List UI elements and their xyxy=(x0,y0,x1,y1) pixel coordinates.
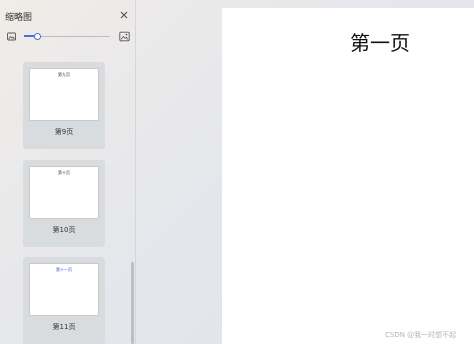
thumbnail-preview: 第十一页 xyxy=(29,263,99,316)
thumbnail-heading: 第十一页 xyxy=(56,267,72,272)
zoom-slider-thumb[interactable] xyxy=(33,33,41,40)
thumbnail-preview: 第十页 xyxy=(29,166,99,219)
thumbnail-label: 第10页 xyxy=(52,226,76,234)
panel-scrollbar[interactable] xyxy=(131,262,134,344)
watermark: CSDN @我一时想不起 xyxy=(385,331,457,339)
thumbnail-label: 第9页 xyxy=(54,128,74,136)
zoom-control xyxy=(6,31,130,43)
thumbnail-page-11[interactable]: 第十一页 第11页 xyxy=(23,257,105,344)
panel-title: 缩略图 xyxy=(5,13,33,23)
image-large-icon[interactable] xyxy=(119,31,130,42)
zoom-slider[interactable] xyxy=(24,33,110,40)
document-page: 第一页 xyxy=(222,8,474,344)
thumbnail-page-10[interactable]: 第十页 第10页 xyxy=(23,160,105,247)
close-button[interactable] xyxy=(118,9,130,21)
thumbnail-label: 第11页 xyxy=(52,323,76,331)
thumbnail-heading: 第九页 xyxy=(58,72,70,77)
thumbnail-heading: 第十页 xyxy=(58,170,70,175)
thumbnail-page-9[interactable]: 第九页 第9页 xyxy=(23,62,105,149)
thumbnail-panel: 缩略图 第九页 第9页 第十页 第10页 第十一页 第11页 xyxy=(0,0,136,344)
close-icon xyxy=(120,11,128,19)
image-small-icon[interactable] xyxy=(6,31,17,42)
page-heading: 第一页 xyxy=(350,31,410,55)
thumbnail-preview: 第九页 xyxy=(29,68,99,121)
